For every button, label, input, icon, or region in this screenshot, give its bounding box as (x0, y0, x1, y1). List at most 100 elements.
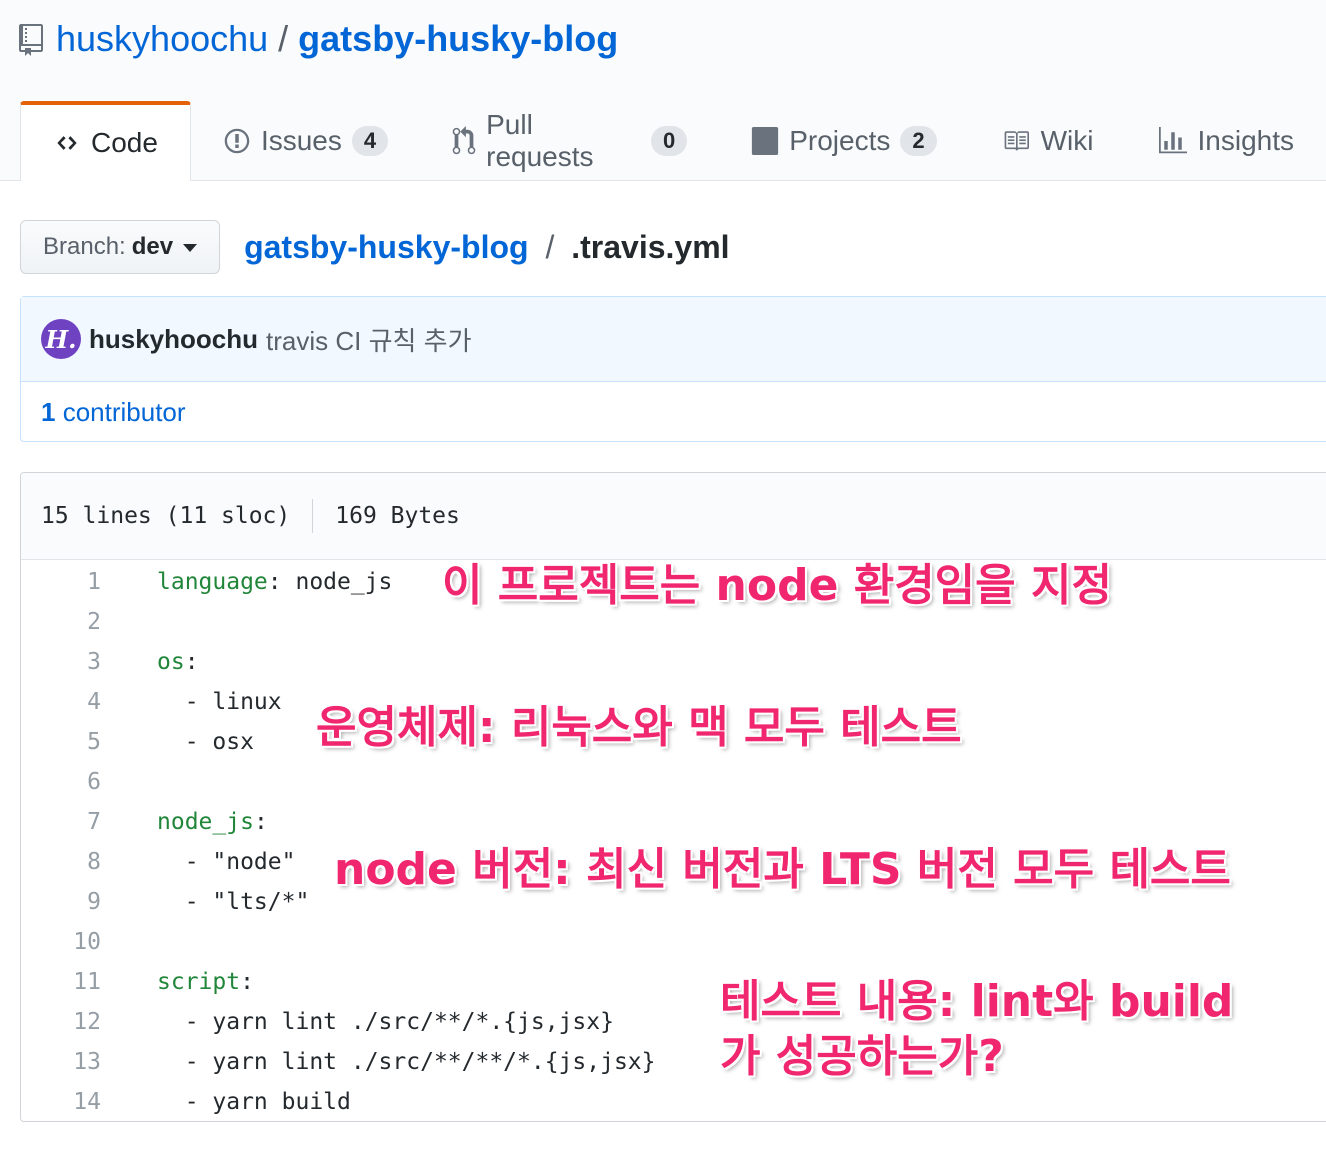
tab-label: Wiki (1040, 125, 1094, 156)
tab-label: Projects (789, 125, 891, 156)
line-code: - yarn build (101, 1089, 351, 1115)
yaml-value: : (253, 809, 268, 835)
line-number[interactable]: 3 (21, 649, 101, 675)
tab-insights[interactable]: Insights (1126, 101, 1326, 181)
line-number[interactable]: 6 (21, 769, 101, 795)
code-line: 6 (21, 762, 1326, 802)
yaml-value: - yarn lint ./src/**/**/*.{js,jsx} (157, 1049, 656, 1075)
line-code: language: node_js (101, 569, 392, 595)
line-number[interactable]: 12 (21, 1009, 101, 1035)
code-line: 10 (21, 922, 1326, 962)
line-number[interactable]: 7 (21, 809, 101, 835)
line-number[interactable]: 10 (21, 929, 101, 955)
repo-header: huskyhoochu / gatsby-husky-blog Code Iss… (0, 0, 1326, 181)
line-number[interactable]: 4 (21, 689, 101, 715)
tab-code[interactable]: Code (20, 101, 191, 181)
project-icon (751, 127, 779, 155)
code-line: 7 node_js: (21, 802, 1326, 842)
tab-label: Pull requests (486, 109, 594, 172)
branch-selector-button[interactable]: Branch: dev (20, 220, 221, 274)
tab-issues[interactable]: Issues 4 (191, 101, 420, 181)
branch-name: dev (131, 233, 174, 260)
tab-wiki[interactable]: Wiki (969, 101, 1126, 181)
issues-counter: 4 (351, 126, 389, 156)
code-line: 14 - yarn build (21, 1082, 1326, 1121)
avatar[interactable]: H. (41, 319, 81, 359)
commit-tease: H. huskyhoochu travis CI 규칙 추가 1 contrib… (20, 296, 1326, 442)
breadcrumb-separator: / (545, 228, 555, 265)
tab-projects[interactable]: Projects 2 (719, 101, 968, 181)
repo-owner-link[interactable]: huskyhoochu (56, 18, 268, 60)
line-code: - yarn lint ./src/**/**/*.{js,jsx} (101, 1049, 656, 1075)
code-line: 3 os: (21, 642, 1326, 682)
repo-separator: / (278, 18, 289, 59)
annotation-script-line-1: 테스트 내용: lint와 build (720, 976, 1234, 1027)
book-icon (1001, 128, 1031, 154)
tab-label: Issues (260, 125, 342, 156)
breadcrumb-file-name: .travis.yml (571, 228, 730, 265)
yaml-value: - "node" (157, 849, 296, 875)
annotation-script: 테스트 내용: lint와 build 가 성공하는가? (720, 974, 1233, 1084)
yaml-value: - "lts/*" (157, 889, 310, 915)
graph-icon (1158, 127, 1188, 155)
projects-counter: 2 (900, 126, 937, 156)
commit-author-link[interactable]: huskyhoochu (89, 324, 258, 355)
annotation-language: 이 프로젝트는 node 환경임을 지정 (442, 560, 1112, 611)
contributors-count: 1 (41, 396, 56, 427)
annotation-script-line-2: 가 성공하는가? (720, 1031, 1004, 1082)
yaml-key: language (157, 569, 268, 595)
pull-request-icon (452, 126, 476, 156)
line-number[interactable]: 5 (21, 729, 101, 755)
line-number[interactable]: 9 (21, 889, 101, 915)
line-number[interactable]: 8 (21, 849, 101, 875)
yaml-value: : (240, 969, 254, 995)
tab-label: Code (91, 127, 158, 158)
repo-name-link[interactable]: gatsby-husky-blog (298, 18, 618, 60)
yaml-value: : node_js (267, 569, 393, 595)
yaml-value: - osx (157, 729, 254, 755)
contributors-label: contributor (62, 396, 186, 427)
branch-label: Branch: (43, 233, 126, 260)
annotation-node-version: node 버전: 최신 버전과 LTS 버전 모두 테스트 (334, 844, 1231, 895)
line-number[interactable]: 11 (21, 969, 101, 995)
repo-icon (18, 23, 44, 56)
file-header: 15 lines (11 sloc) 169 Bytes (21, 473, 1326, 560)
line-code: - "lts/*" (101, 889, 310, 915)
issue-icon (223, 127, 251, 155)
tab-pull-requests[interactable]: Pull requests 0 (420, 101, 719, 181)
annotation-os: 운영체제: 리눅스와 맥 모두 테스트 (316, 702, 962, 753)
yaml-key: os (157, 649, 185, 675)
yaml-value: - linux (157, 689, 282, 715)
file-navigation: Branch: dev gatsby-husky-blog / .travis.… (20, 220, 730, 274)
repo-nav-tabs: Code Issues 4 Pull requests 0 Projects 2 (20, 101, 1326, 181)
commit-message[interactable]: travis CI 규칙 추가 (266, 321, 471, 358)
line-code: node_js: (101, 809, 268, 835)
yaml-key: node_js (157, 809, 254, 835)
yaml-value: - yarn build (157, 1089, 351, 1115)
pull-requests-counter: 0 (650, 126, 688, 156)
repo-title: huskyhoochu / gatsby-husky-blog (18, 14, 618, 64)
line-code: - osx (101, 729, 254, 755)
line-number[interactable]: 2 (21, 609, 101, 635)
line-code: - "node" (101, 849, 296, 875)
yaml-value: - yarn lint ./src/**/*.{js,jsx} (157, 1009, 614, 1035)
file-size: 169 Bytes (335, 503, 460, 529)
line-number[interactable]: 14 (21, 1089, 101, 1115)
breadcrumb-repo-link[interactable]: gatsby-husky-blog (244, 229, 528, 265)
code-icon (53, 132, 81, 154)
line-code: os: (101, 649, 199, 675)
line-number[interactable]: 13 (21, 1049, 101, 1075)
line-code: script: (101, 969, 254, 995)
line-code: - yarn lint ./src/**/*.{js,jsx} (101, 1009, 614, 1035)
file-lines-info: 15 lines (11 sloc) (41, 503, 291, 529)
line-number[interactable]: 1 (21, 569, 101, 595)
tab-label: Insights (1197, 125, 1295, 156)
caret-down-icon (183, 244, 198, 252)
yaml-value: : (184, 649, 199, 675)
file-info-divider (312, 499, 314, 533)
line-code: - linux (101, 689, 282, 715)
breadcrumb: gatsby-husky-blog / .travis.yml (244, 229, 729, 266)
yaml-key: script (157, 969, 241, 995)
contributors-link[interactable]: 1 contributor (41, 397, 186, 428)
commit-info: H. huskyhoochu travis CI 규칙 추가 (21, 297, 1326, 382)
